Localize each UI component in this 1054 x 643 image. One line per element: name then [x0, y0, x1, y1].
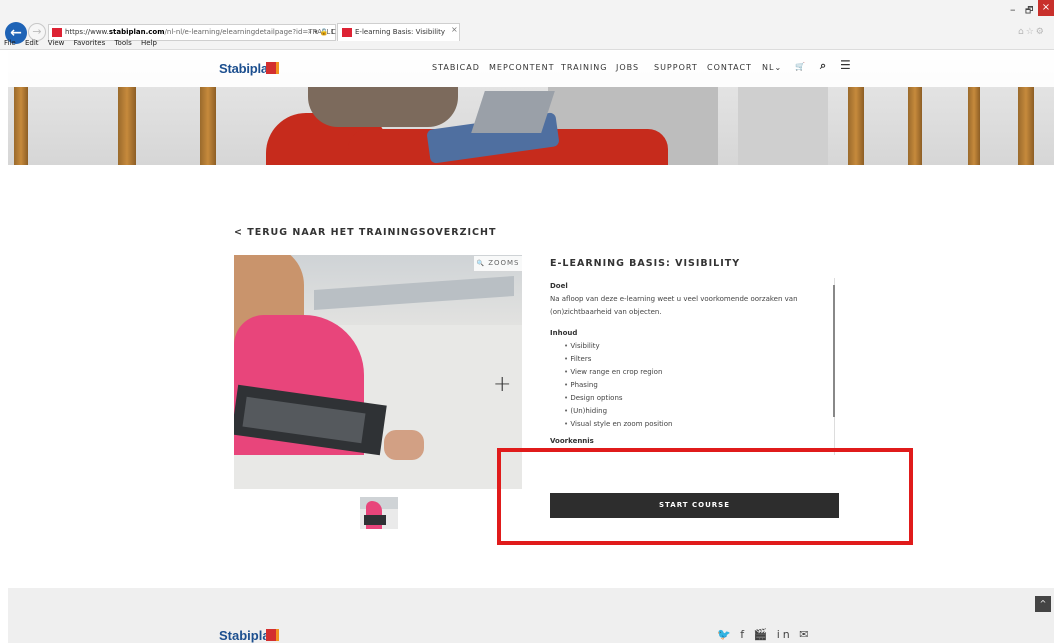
footer-logo-mark-icon — [266, 629, 279, 641]
nav-jobs[interactable]: JOBS — [616, 63, 639, 72]
window-restore-icon[interactable]: 🗗 — [1025, 3, 1033, 19]
nav-support[interactable]: SUPPORT — [654, 63, 698, 72]
browser-menubar: File Edit View Favorites Tools Help — [4, 39, 164, 47]
window-close-icon[interactable]: × — [1038, 0, 1054, 16]
url-prefix: https://www. — [65, 28, 109, 36]
list-item: (Un)hiding — [564, 405, 834, 418]
nav-stabicad[interactable]: STABICAD — [432, 63, 480, 72]
logo-mark-icon — [266, 62, 279, 74]
menu-view[interactable]: View — [48, 39, 65, 47]
plus-icon[interactable]: + — [493, 374, 511, 396]
tab-favicon — [342, 27, 352, 37]
nav-contact[interactable]: CONTACT — [707, 63, 752, 72]
browser-tool-icons[interactable]: ⌂☆⚙ — [1018, 27, 1046, 37]
zoom-button[interactable]: 🔍 ZOOMS — [474, 256, 522, 271]
social-icons[interactable]: 🐦 f 🎬 in ✉ — [717, 628, 812, 641]
list-item: Filters — [564, 353, 834, 366]
back-to-overview-link[interactable]: < TERUG NAAR HET TRAININGSOVERZICHT — [234, 227, 496, 238]
menu-icon[interactable]: ☰ — [840, 58, 852, 72]
inhoud-list: Visibility Filters View range en crop re… — [550, 340, 834, 431]
tab-title: E-learning Basis: Visibility — [355, 28, 445, 36]
nav-training[interactable]: TRAINING — [561, 63, 607, 72]
list-item: Design options — [564, 392, 834, 405]
list-item: Visual style en zoom position — [564, 418, 834, 431]
inhoud-heading: Inhoud — [550, 329, 578, 337]
list-item: Phasing — [564, 379, 834, 392]
doel-heading: Doel — [550, 282, 568, 290]
cart-icon[interactable]: 🛒 — [795, 62, 806, 71]
course-description[interactable]: Doel Na afloop van deze e-learning weet … — [550, 278, 835, 455]
course-title: E-LEARNING BASIS: VISIBILITY — [550, 258, 741, 269]
nav-language-select[interactable]: NL⌄ — [762, 63, 782, 72]
menu-help[interactable]: Help — [141, 39, 157, 47]
site-footer — [8, 588, 1054, 643]
scroll-to-top-button[interactable]: ^ — [1035, 596, 1051, 612]
browser-tab[interactable]: E-learning Basis: Visibility — [337, 23, 460, 41]
menu-tools[interactable]: Tools — [114, 39, 131, 47]
description-scrollbar[interactable] — [833, 285, 835, 417]
doel-text: Na afloop van deze e-learning weet u vee… — [550, 295, 798, 316]
list-item: View range en crop region — [564, 366, 834, 379]
nav-mepcontent[interactable]: MEPCONTENT — [489, 63, 554, 72]
highlight-box — [497, 448, 913, 545]
menu-favorites[interactable]: Favorites — [74, 39, 106, 47]
list-item: Visibility — [564, 340, 834, 353]
zoom-icon: 🔍 — [476, 260, 485, 267]
menu-file[interactable]: File — [4, 39, 16, 47]
product-image[interactable] — [234, 255, 522, 489]
site-favicon — [52, 27, 62, 37]
window-minimize-icon[interactable]: – — [1010, 3, 1016, 16]
voorkennis-heading: Voorkennis — [550, 437, 594, 445]
menu-edit[interactable]: Edit — [25, 39, 39, 47]
product-thumbnail[interactable] — [360, 497, 398, 529]
search-icon[interactable]: ⌕ — [820, 59, 827, 73]
zoom-label: ZOOMS — [488, 259, 520, 267]
url-domain: stabiplan.com — [108, 28, 165, 36]
address-bar-controls[interactable]: ⌕ ▾ 🔒 C — [308, 24, 336, 41]
tab-close-icon[interactable]: × — [451, 25, 458, 34]
